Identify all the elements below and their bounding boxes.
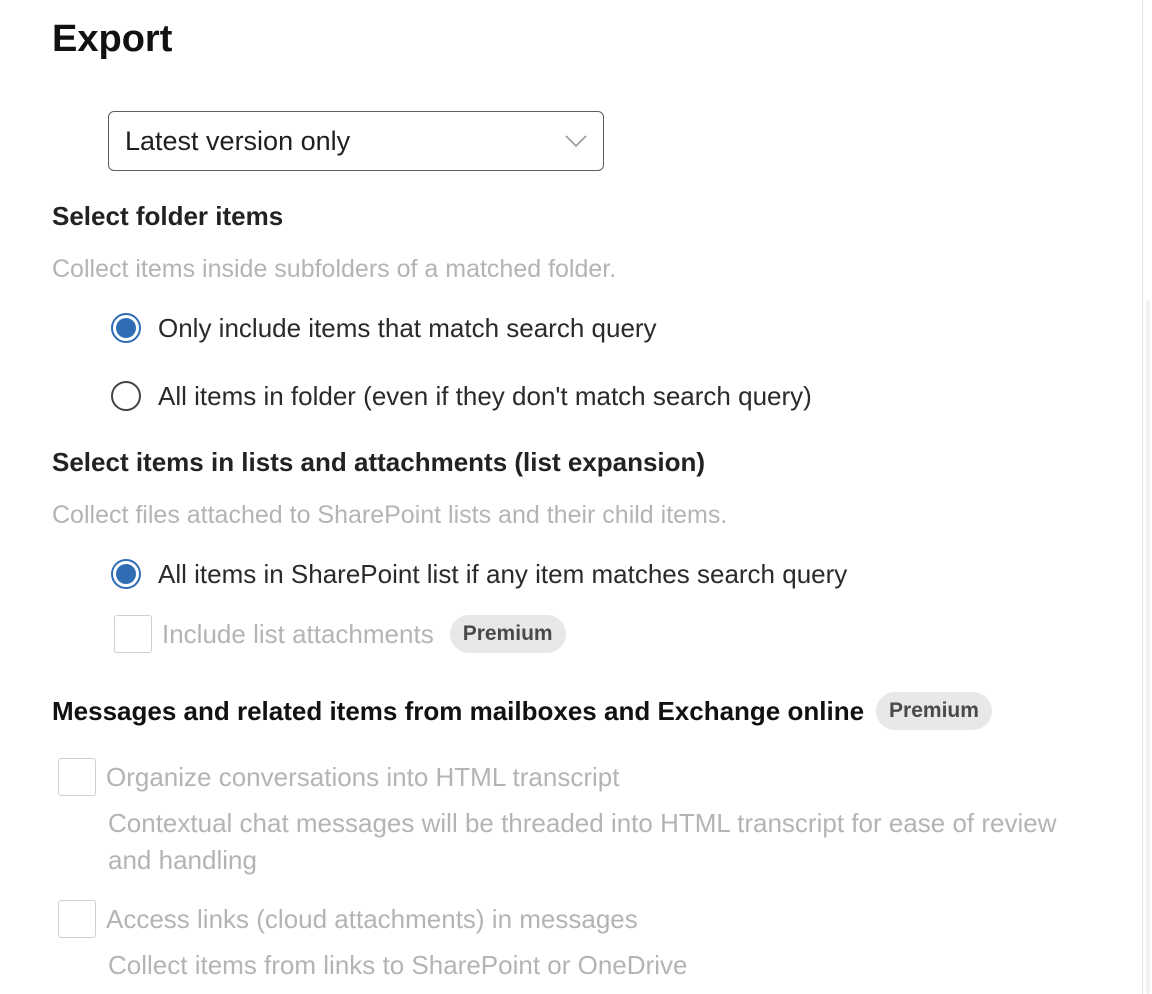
radio-sharepoint-list[interactable]: All items in SharePoint list if any item… xyxy=(111,557,847,591)
folder-items-description: Collect items inside subfolders of a mat… xyxy=(52,255,617,283)
radio-button[interactable] xyxy=(111,313,141,343)
checkbox-label: Include list attachments xyxy=(162,619,434,649)
messages-heading: Messages and related items from mailboxe… xyxy=(52,696,865,726)
list-expansion-heading: Select items in lists and attachments (l… xyxy=(52,447,706,477)
premium-badge: Premium xyxy=(449,615,566,653)
include-list-attachments[interactable]: Include list attachments Premium xyxy=(114,615,566,653)
radio-all-in-folder[interactable]: All items in folder (even if they don't … xyxy=(111,379,812,413)
page-title: Export xyxy=(52,18,173,60)
checkbox-label: Organize conversations into HTML transcr… xyxy=(106,762,620,792)
access-links-description: Collect items from links to SharePoint o… xyxy=(108,950,688,980)
checkbox[interactable] xyxy=(114,615,152,653)
radio-selected-dot xyxy=(116,564,136,584)
organize-conversations-option[interactable]: Organize conversations into HTML transcr… xyxy=(58,758,619,796)
checkbox-label: Access links (cloud attachments) in mess… xyxy=(106,904,638,934)
scrollbar[interactable] xyxy=(1146,300,1150,994)
access-links-option[interactable]: Access links (cloud attachments) in mess… xyxy=(58,900,638,938)
checkbox[interactable] xyxy=(58,758,96,796)
version-dropdown[interactable]: Latest version only xyxy=(108,111,604,171)
premium-badge: Premium xyxy=(876,692,992,730)
folder-items-heading: Select folder items xyxy=(52,201,284,231)
messages-heading-row: Messages and related items from mailboxe… xyxy=(52,692,992,730)
list-expansion-description: Collect files attached to SharePoint lis… xyxy=(52,501,728,529)
chevron-down-icon xyxy=(565,130,587,152)
radio-label: All items in folder (even if they don't … xyxy=(158,381,812,411)
radio-match-query[interactable]: Only include items that match search que… xyxy=(111,311,657,345)
panel-divider xyxy=(1142,0,1143,994)
radio-label: All items in SharePoint list if any item… xyxy=(158,559,848,589)
organize-conversations-description: Contextual chat messages will be threade… xyxy=(108,808,1057,875)
radio-button[interactable] xyxy=(111,559,141,589)
radio-selected-dot xyxy=(116,318,136,338)
checkbox[interactable] xyxy=(58,900,96,938)
radio-button[interactable] xyxy=(111,381,141,411)
version-dropdown-value: Latest version only xyxy=(125,125,351,156)
radio-label: Only include items that match search que… xyxy=(158,313,657,343)
export-panel: Export Latest version only Select folder… xyxy=(0,0,1152,994)
